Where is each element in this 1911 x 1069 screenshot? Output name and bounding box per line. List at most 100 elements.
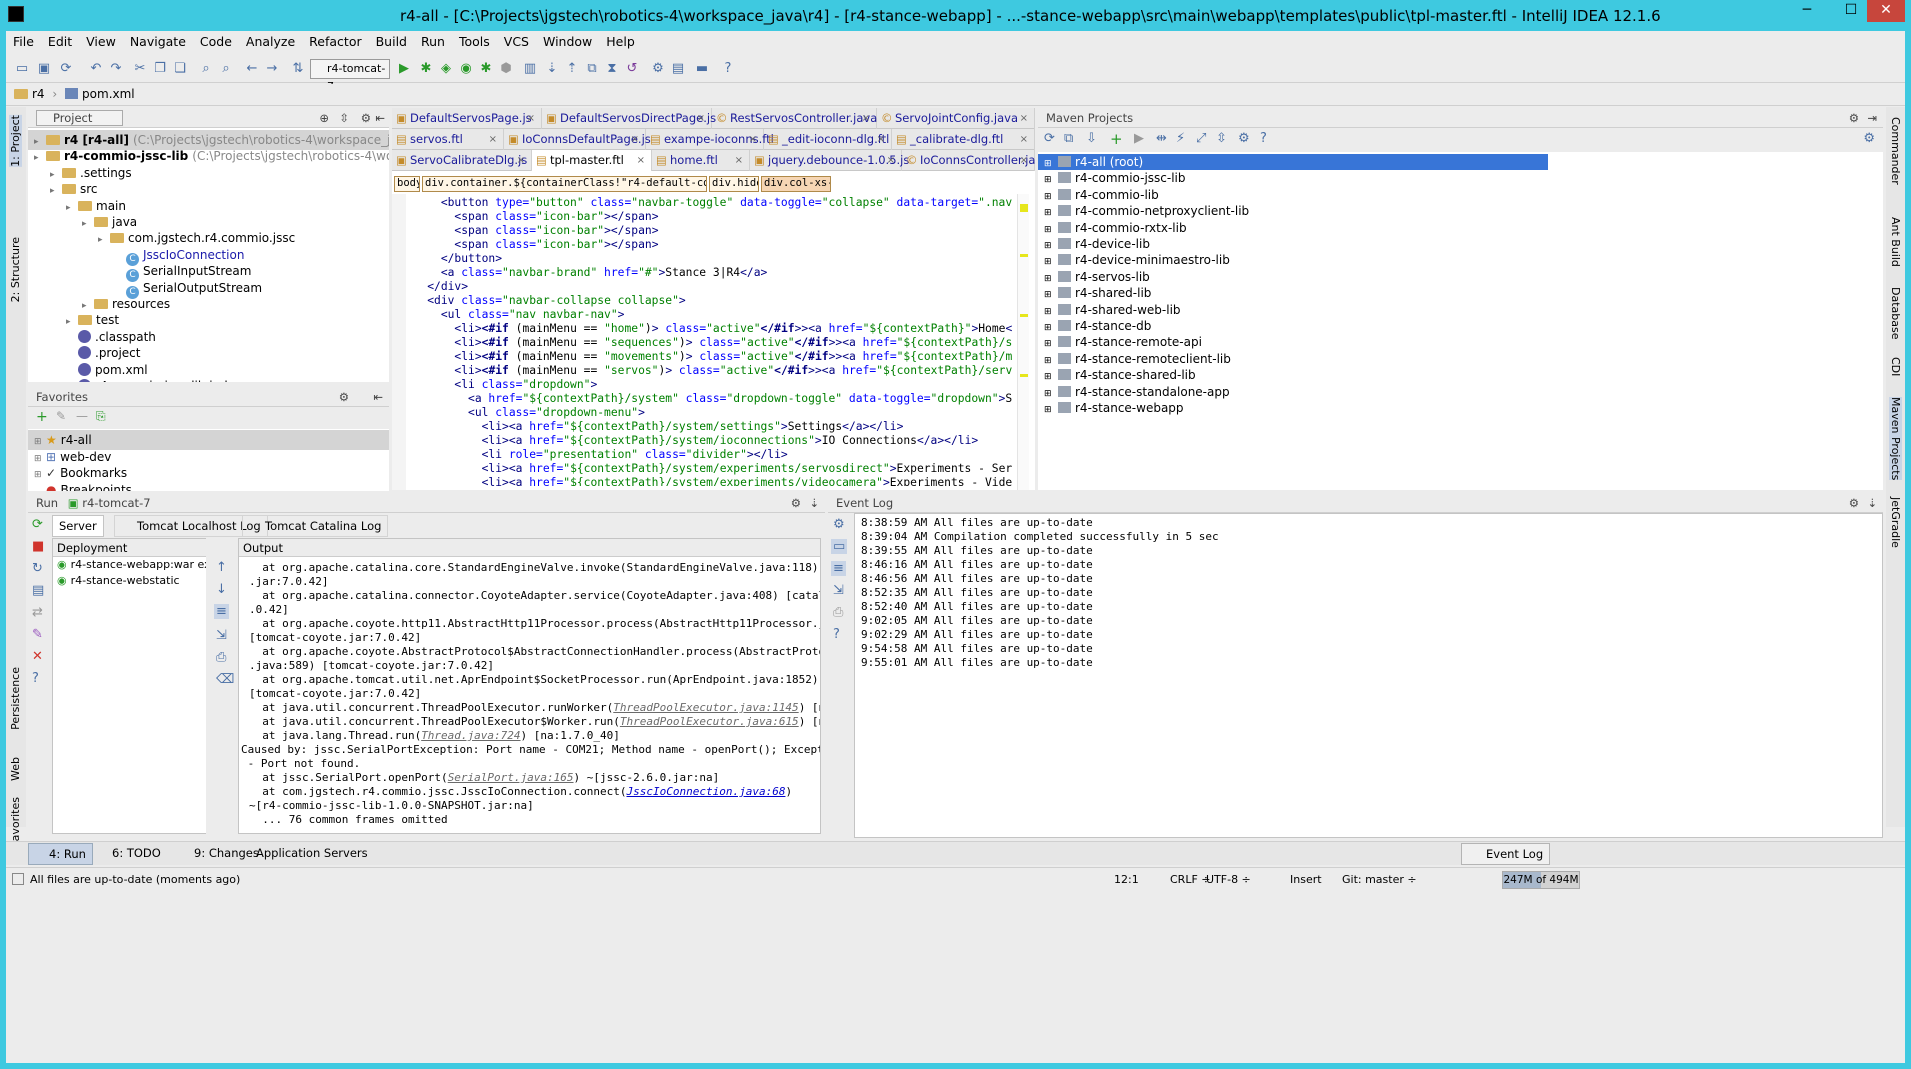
- maven-project-item[interactable]: ⊞ r4-commio-netproxyclient-lib: [1038, 203, 1548, 219]
- persistence-tool-button[interactable]: Persistence: [9, 667, 22, 730]
- console-link[interactable]: JsscIoConnection.java:68: [627, 785, 786, 798]
- menu-window[interactable]: Window: [536, 31, 599, 52]
- stop-run-icon[interactable]: ■: [32, 539, 44, 554]
- maven-help-icon[interactable]: ?: [1260, 131, 1267, 146]
- code-area[interactable]: <button type="button" class="navbar-togg…: [400, 196, 1012, 486]
- maven-project-item[interactable]: ⊞ r4-stance-db: [1038, 318, 1548, 334]
- cut-icon[interactable]: ✂: [130, 59, 150, 79]
- console-link[interactable]: Thread.java:724: [421, 729, 520, 742]
- close-tab-icon[interactable]: ×: [862, 108, 870, 129]
- tag-crumb[interactable]: div.container.${containerClass!"r4-defau…: [422, 176, 707, 192]
- close-tab-icon[interactable]: ×: [887, 150, 895, 171]
- run-help-icon[interactable]: ?: [32, 671, 39, 686]
- scroll-end-icon[interactable]: ⇲: [216, 628, 227, 643]
- menu-view[interactable]: View: [79, 31, 123, 52]
- scroll-down-icon[interactable]: ↓: [216, 582, 227, 597]
- project-tree-item[interactable]: r4-commio-jssc-lib.iml: [66, 376, 228, 382]
- console-link[interactable]: ThreadPoolExecutor.java:1145: [613, 701, 798, 714]
- add-maven-project-icon[interactable]: +: [1110, 130, 1123, 148]
- settings-icon[interactable]: ⚙: [648, 59, 668, 79]
- tab-catalina-log[interactable]: Tomcat Catalina Log: [242, 515, 389, 537]
- warning-marker[interactable]: [1020, 254, 1028, 257]
- project-tool-button[interactable]: 1: Project: [9, 115, 22, 167]
- close-tab-icon[interactable]: ×: [517, 150, 525, 171]
- maven-projects-tool-button[interactable]: Maven Projects: [1889, 397, 1902, 481]
- export-icon[interactable]: ⎘: [96, 409, 106, 424]
- menu-refactor[interactable]: Refactor: [302, 31, 368, 52]
- menu-edit[interactable]: Edit: [41, 31, 79, 52]
- maven-project-item[interactable]: ⊞ r4-stance-standalone-app: [1038, 384, 1548, 400]
- maven-settings-icon[interactable]: ⚙: [1849, 111, 1859, 125]
- menu-build[interactable]: Build: [369, 31, 414, 52]
- menu-run[interactable]: Run: [414, 31, 452, 52]
- close-button[interactable]: ✕: [1867, 0, 1905, 22]
- redo-icon[interactable]: ↷: [106, 59, 126, 79]
- update-icon[interactable]: ✱: [476, 59, 496, 79]
- menu-tools[interactable]: Tools: [452, 31, 497, 52]
- sync-icon[interactable]: ⟳: [56, 59, 76, 79]
- memory-indicator[interactable]: 247M of 494M: [1502, 871, 1580, 889]
- web-tool-button[interactable]: Web: [9, 757, 22, 781]
- add-icon[interactable]: +: [36, 409, 48, 425]
- breadcrumb-file[interactable]: pom.xml: [82, 87, 135, 101]
- coverage-icon[interactable]: ◈: [436, 59, 456, 79]
- copy-icon[interactable]: ❐: [150, 59, 170, 79]
- favorites-item[interactable]: ● Breakpoints: [28, 480, 389, 492]
- editor-tab[interactable]: ▤ tpl-master.ftl ×: [532, 150, 652, 171]
- run-config-select[interactable]: r4-tomcat-7 ▾: [310, 59, 390, 93]
- open-icon[interactable]: ▭: [12, 59, 32, 79]
- vcs-compare-icon[interactable]: ⧉: [582, 59, 602, 79]
- editor-tab[interactable]: ▤ _calibrate-dlg.ftl ×: [892, 129, 1035, 150]
- undo-icon[interactable]: ↶: [86, 59, 106, 79]
- replace-icon[interactable]: ⌕: [216, 59, 236, 79]
- dump-threads-icon[interactable]: ⇄: [32, 605, 43, 620]
- close-tab-icon[interactable]: ×: [1020, 129, 1028, 150]
- warning-marker[interactable]: [1020, 204, 1028, 212]
- console-link[interactable]: ThreadPoolExecutor.java:615: [620, 715, 799, 728]
- show-deps-icon[interactable]: ⤢: [1196, 131, 1206, 146]
- close-tab-icon[interactable]: ×: [1020, 150, 1028, 171]
- maven-project-item[interactable]: ⊞ r4-shared-lib: [1038, 285, 1548, 301]
- soft-wrap-icon[interactable]: ≡: [214, 604, 229, 619]
- pin-icon[interactable]: ✎: [32, 627, 43, 642]
- event-log-entries[interactable]: 8:38:59 AM All files are up-to-date 8:39:…: [861, 516, 1219, 670]
- close-tab-icon[interactable]: ×: [877, 129, 885, 150]
- menu-help[interactable]: Help: [599, 31, 642, 52]
- console-link[interactable]: SerialPort.java:165: [448, 771, 574, 784]
- menu-analyze[interactable]: Analyze: [239, 31, 302, 52]
- paste-icon[interactable]: ❏: [170, 59, 190, 79]
- print-icon[interactable]: ⎙: [216, 650, 226, 665]
- settings-gear-icon[interactable]: ⚙: [361, 111, 371, 125]
- close-tab-icon[interactable]: ×: [697, 108, 705, 129]
- vcs-branch[interactable]: Git: master ÷: [1342, 873, 1417, 886]
- close-run-icon[interactable]: ✕: [32, 649, 43, 664]
- run-tool-tab[interactable]: 4: Run: [28, 843, 93, 865]
- project-view-select[interactable]: Project: [36, 110, 124, 126]
- close-tab-icon[interactable]: ×: [637, 150, 645, 171]
- sdk-icon[interactable]: ▬: [692, 59, 712, 79]
- event-log-tool-tab[interactable]: Event Log: [1461, 843, 1551, 865]
- vcs-history-icon[interactable]: ⧗: [602, 59, 622, 79]
- maven-project-item[interactable]: ⊞ r4-servos-lib: [1038, 269, 1548, 285]
- event-print-icon[interactable]: ⎙: [833, 605, 843, 620]
- project-structure-icon[interactable]: ▤: [668, 59, 688, 79]
- editor-tab[interactable]: © ServoJointConfig.java ×: [877, 108, 1035, 129]
- ant-build-tool-button[interactable]: Ant Build: [1889, 217, 1902, 267]
- menu-navigate[interactable]: Navigate: [123, 31, 193, 52]
- app-servers-tool-tab[interactable]: Application Servers: [236, 843, 374, 865]
- warning-marker[interactable]: [1020, 314, 1028, 317]
- maven-project-item[interactable]: ⊞ r4-commio-lib: [1038, 187, 1548, 203]
- update-app-icon[interactable]: ↻: [32, 561, 43, 576]
- event-settings-icon[interactable]: ⚙: [833, 517, 845, 532]
- back-icon[interactable]: ←: [242, 59, 262, 79]
- close-tab-icon[interactable]: ×: [527, 108, 535, 129]
- maven-gear-icon[interactable]: ⚙: [1863, 131, 1875, 146]
- editor-tab[interactable]: ©IoConnsController.java×: [902, 150, 1035, 171]
- toggle-tool-windows-icon[interactable]: [12, 873, 24, 885]
- console-output[interactable]: at org.apache.catalina.core.StandardEngi…: [241, 561, 820, 827]
- favorites-settings-icon[interactable]: ⚙: [339, 390, 349, 404]
- editor-tab[interactable]: ▤ servos.ftl ×: [392, 129, 504, 150]
- forward-icon[interactable]: →: [262, 59, 282, 79]
- menu-file[interactable]: File: [6, 31, 41, 52]
- stop-icon[interactable]: ⬢: [496, 59, 516, 79]
